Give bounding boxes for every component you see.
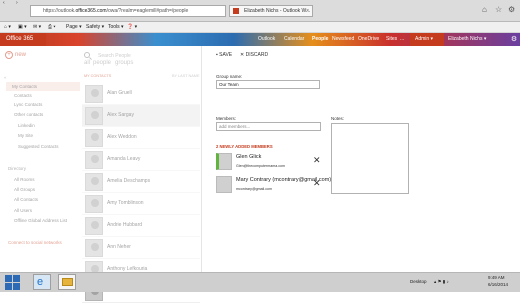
suite-link-sites[interactable]: Sites <box>386 33 397 46</box>
address-input[interactable]: https://outlook.office365.com/owa/?realm… <box>30 5 226 17</box>
member-item: Glen Glick Glen@thecomputermama.com ✕ <box>216 151 321 173</box>
admin-menu[interactable]: Admin ▾ <box>410 33 444 46</box>
user-menu[interactable]: Elizabeth Nichs ▾ <box>448 33 508 46</box>
suite-more[interactable]: ... <box>400 33 404 46</box>
home-icon[interactable]: ⌂ <box>482 5 487 15</box>
member-name: Glen Glick <box>236 154 262 160</box>
settings-gear-icon[interactable]: ⚙ <box>508 5 515 15</box>
added-members-heading: 2 NEWLY ADDED MEMBERS <box>216 144 273 149</box>
group-name-input[interactable]: Our Team <box>216 80 320 89</box>
clock-time[interactable]: 9:49 AM <box>488 275 505 280</box>
favorites-star-icon[interactable]: ☆ <box>495 5 502 15</box>
remove-member-icon[interactable]: ✕ <box>313 179 321 188</box>
help-menu[interactable]: ❓ ▾ <box>127 22 137 33</box>
desktop-label[interactable]: Desktop <box>410 279 427 284</box>
discard-label: DISCARD <box>245 52 269 58</box>
url-domain: office365.com <box>75 8 107 14</box>
start-button-icon[interactable] <box>4 274 20 290</box>
group-name-label: Group name: <box>216 74 243 79</box>
home-cmd-icon[interactable]: ⌂ ▾ <box>4 22 11 33</box>
page-menu[interactable]: Page ▾ <box>66 22 82 33</box>
office365-logo[interactable]: Office 365 <box>0 33 46 46</box>
explorer-taskbar-icon[interactable] <box>58 274 76 290</box>
ie-taskbar-icon[interactable]: e <box>33 274 51 290</box>
member-avatar <box>216 176 232 193</box>
browser-tab[interactable]: Elizabeth Nichs - Outlook W... × <box>229 5 313 17</box>
notes-label: Notes: <box>331 116 345 121</box>
url-prefix: https://outlook. <box>43 8 76 14</box>
notes-textarea[interactable] <box>331 123 409 194</box>
suite-link-newsfeed[interactable]: Newsfeed <box>332 33 354 46</box>
suite-link-calendar[interactable]: Calendar <box>284 33 304 46</box>
safety-menu[interactable]: Safety ▾ <box>86 22 104 33</box>
tab-title: Elizabeth Nichs - Outlook W... <box>244 8 311 14</box>
tray-icons[interactable]: ▴ ⚑ ▮ ♪ <box>434 279 449 285</box>
forward-icon[interactable]: › <box>16 0 18 6</box>
suite-link-people[interactable]: People <box>312 33 328 46</box>
clock-date[interactable]: 6/16/2014 <box>488 282 508 287</box>
url-path: /owa/?realm=eaglemill#path=/people <box>106 8 189 14</box>
office-favicon-icon <box>233 8 239 14</box>
member-item: Mary Contrary (mcontrary@gmail.com) mcont… <box>216 174 331 196</box>
member-email: mcontrary@gmail.com <box>236 187 272 191</box>
print-icon[interactable]: ⎙ ▾ <box>48 22 56 33</box>
member-email: Glen@thecomputermama.com <box>236 164 285 168</box>
save-button[interactable]: ▪ SAVE <box>216 52 232 58</box>
tab-close-icon[interactable]: × <box>306 6 309 16</box>
suite-gear-icon[interactable]: ⚙ <box>508 33 520 46</box>
remove-member-icon[interactable]: ✕ <box>313 156 321 165</box>
members-label: Members: <box>216 116 237 121</box>
back-icon[interactable]: ‹ <box>3 0 5 6</box>
feeds-icon[interactable]: ▣ ▾ <box>18 22 27 33</box>
system-tray: Desktop ▴ ⚑ ▮ ♪ 9:49 AM 6/16/2014 <box>410 275 518 289</box>
dim-overlay <box>0 46 201 272</box>
browser-command-bar: ⌂ ▾ ▣ ▾ ✉ ▾ ⎙ ▾ Page ▾ Safety ▾ Tools ▾ … <box>0 22 520 33</box>
suite-link-onedrive[interactable]: OneDrive <box>358 33 379 46</box>
tools-menu[interactable]: Tools ▾ <box>108 22 124 33</box>
mail-icon[interactable]: ✉ ▾ <box>33 22 41 33</box>
suite-link-outlook[interactable]: Outlook <box>258 33 275 46</box>
discard-button[interactable]: ✕ DISCARD <box>240 52 268 58</box>
add-members-input[interactable]: add members... <box>216 122 321 131</box>
member-avatar <box>216 153 232 170</box>
save-label: SAVE <box>219 52 233 58</box>
